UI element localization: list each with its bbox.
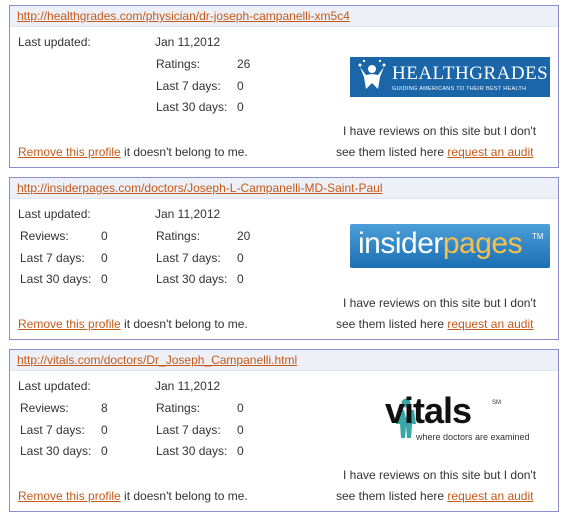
audit-line: see them listed here request an audit: [336, 145, 533, 159]
ratings-label: Ratings:: [156, 57, 201, 71]
reviews-last-7-label: Last 7 days:: [20, 423, 85, 437]
ratings-label: Ratings:: [156, 229, 201, 243]
remove-line: Remove this profile it doesn't belong to…: [18, 145, 248, 159]
profile-url-link[interactable]: http://insiderpages.com/doctors/Joseph-L…: [17, 181, 383, 195]
vitals-logo-text: vitals: [385, 390, 472, 431]
last-updated-label: Last updated:: [18, 35, 91, 49]
request-audit-link[interactable]: request an audit: [447, 145, 533, 159]
reviews-value: 0: [101, 229, 108, 243]
reviews-last-7-value: 0: [101, 423, 108, 437]
star-person-icon: [358, 59, 386, 89]
remove-line: Remove this profile it doesn't belong to…: [18, 317, 248, 331]
reviews-missing-text-line2: see them listed here: [336, 489, 448, 503]
ratings-value: 0: [237, 401, 244, 415]
ratings-label: Ratings:: [156, 401, 201, 415]
remove-profile-link[interactable]: Remove this profile: [18, 145, 121, 159]
reviews-last-30-value: 0: [101, 444, 108, 458]
reviews-last-7-value: 0: [101, 251, 108, 265]
vitals-logo-tagline: where doctors are examined: [416, 432, 530, 442]
reviews-missing-text-line2: see them listed here: [336, 317, 448, 331]
url-bar: http://insiderpages.com/doctors/Joseph-L…: [10, 178, 558, 199]
ratings-last-7-label: Last 7 days:: [156, 251, 221, 265]
ratings-last-7-value: 0: [237, 423, 244, 437]
reviews-last-30-value: 0: [101, 272, 108, 286]
url-bar: http://healthgrades.com/physician/dr-jos…: [10, 6, 558, 27]
healthgrades-logo-text: HEALTHGRADES: [392, 63, 549, 84]
reviews-last-7-label: Last 7 days:: [20, 251, 85, 265]
healthgrades-logo-tagline: GUIDING AMERICANS TO THEIR BEST HEALTH: [392, 86, 527, 92]
remove-profile-link[interactable]: Remove this profile: [18, 489, 121, 503]
reviews-missing-text-line1: I have reviews on this site but I don't: [343, 124, 537, 138]
reviews-label: Reviews:: [20, 229, 69, 243]
insiderpages-logo-text: insiderpages: [358, 227, 523, 260]
profile-card-healthgrades: http://healthgrades.com/physician/dr-jos…: [9, 5, 559, 168]
profile-card-vitals: http://vitals.com/doctors/Dr_Joseph_Camp…: [9, 349, 559, 512]
request-audit-link[interactable]: request an audit: [447, 317, 533, 331]
remove-line: Remove this profile it doesn't belong to…: [18, 489, 248, 503]
audit-line: see them listed here request an audit: [336, 317, 533, 331]
url-bar: http://vitals.com/doctors/Dr_Joseph_Camp…: [10, 350, 558, 371]
vitals-logo: vitals SM where doctors are examined: [355, 390, 555, 446]
ratings-last-30-value: 0: [237, 100, 244, 114]
last-updated-label: Last updated:: [18, 207, 91, 221]
reviews-last-30-label: Last 30 days:: [20, 272, 92, 286]
remove-suffix: it doesn't belong to me.: [120, 489, 248, 503]
remove-suffix: it doesn't belong to me.: [120, 145, 248, 159]
ratings-last-30-label: Last 30 days:: [156, 272, 228, 286]
trademark-mark: TM: [532, 232, 544, 241]
reviews-last-30-label: Last 30 days:: [20, 444, 92, 458]
ratings-last-7-label: Last 7 days:: [156, 423, 221, 437]
ratings-last-7-label: Last 7 days:: [156, 79, 221, 93]
profile-url-link[interactable]: http://vitals.com/doctors/Dr_Joseph_Camp…: [17, 353, 297, 367]
last-updated-label: Last updated:: [18, 379, 91, 393]
ratings-last-7-value: 0: [237, 79, 244, 93]
audit-line: see them listed here request an audit: [336, 489, 533, 503]
last-updated-value: Jan 11,2012: [155, 207, 221, 221]
reviews-missing-text-line1: I have reviews on this site but I don't: [343, 296, 537, 310]
ratings-last-30-value: 0: [237, 272, 244, 286]
request-audit-link[interactable]: request an audit: [447, 489, 533, 503]
healthgrades-logo: HEALTHGRADES GUIDING AMERICANS TO THEIR …: [350, 57, 550, 97]
reviews-missing-text-line1: I have reviews on this site but I don't: [343, 468, 537, 482]
last-updated-value: Jan 11,2012: [155, 35, 221, 49]
reviews-missing-text-line2: see them listed here: [336, 145, 448, 159]
ratings-value: 20: [237, 229, 251, 243]
ratings-last-7-value: 0: [237, 251, 244, 265]
reviews-label: Reviews:: [20, 401, 69, 415]
remove-profile-link[interactable]: Remove this profile: [18, 317, 121, 331]
ratings-value: 26: [237, 57, 251, 71]
service-mark: SM: [492, 400, 501, 406]
profile-card-insiderpages: http://insiderpages.com/doctors/Joseph-L…: [9, 177, 559, 340]
insiderpages-logo: insiderpages TM: [350, 224, 550, 268]
profile-url-link[interactable]: http://healthgrades.com/physician/dr-jos…: [17, 9, 350, 23]
ratings-last-30-label: Last 30 days:: [156, 444, 228, 458]
ratings-last-30-value: 0: [237, 444, 244, 458]
remove-suffix: it doesn't belong to me.: [120, 317, 248, 331]
ratings-last-30-label: Last 30 days:: [156, 100, 228, 114]
last-updated-value: Jan 11,2012: [155, 379, 221, 393]
reviews-value: 8: [101, 401, 108, 415]
